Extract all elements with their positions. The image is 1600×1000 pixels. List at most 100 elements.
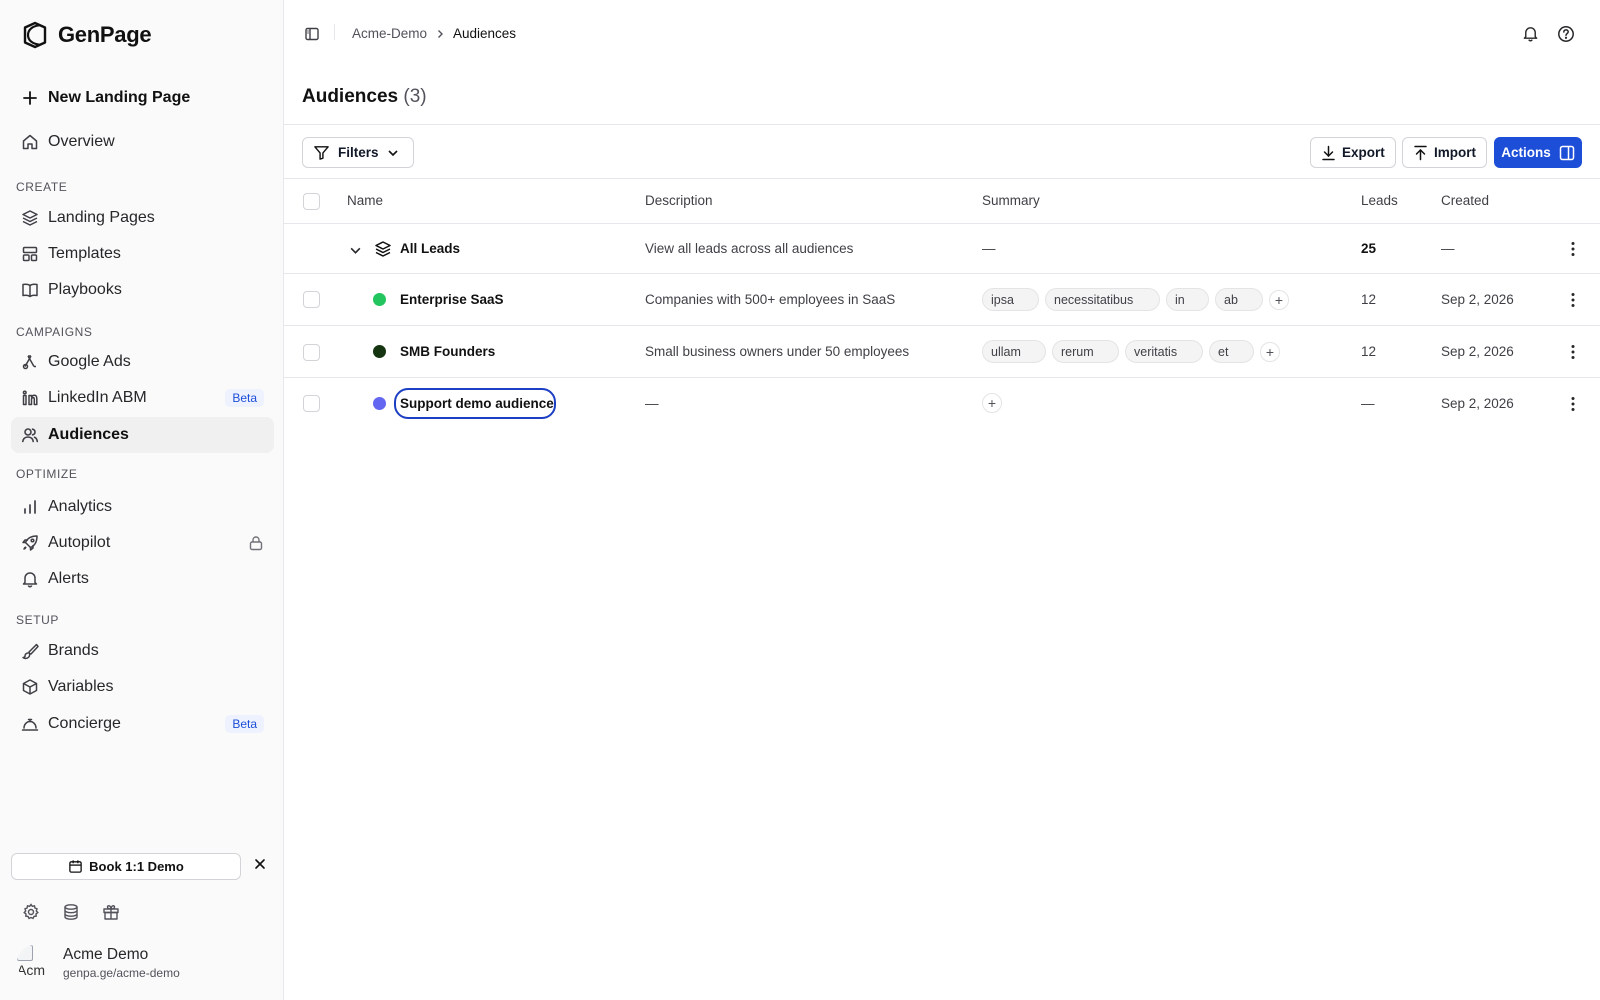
account-switcher[interactable]: Acm Acme Demo genpa.ge/acme-demo [17,945,180,981]
divider [284,178,1600,179]
add-tag-plus-icon[interactable]: + [1260,341,1280,362]
account-url: genpa.ge/acme-demo [63,966,180,980]
sidebar-item-concierge[interactable]: Concierge Beta [11,706,274,742]
row-checkbox[interactable] [303,395,320,412]
sidebar-item-google-ads[interactable]: Google Ads [11,344,274,380]
new-landing-page-button[interactable]: New Landing Page [11,80,274,116]
actions-button[interactable]: Actions [1494,137,1582,168]
column-header-name[interactable]: Name [347,193,383,208]
avatar-alt-text: Acm [17,962,45,978]
home-icon [20,132,40,152]
summary-tag: in [1166,288,1209,311]
gift-icon[interactable] [100,901,122,923]
export-button[interactable]: Export [1310,137,1396,168]
row-checkbox[interactable] [303,344,320,361]
sidebar-item-label: Google Ads [48,353,131,370]
more-vertical-icon[interactable] [1566,395,1580,413]
audience-leads-count: 25 [1361,241,1377,256]
export-label: Export [1342,145,1385,160]
select-all-checkbox[interactable] [303,193,320,210]
filters-dropdown-button[interactable]: Filters [302,137,414,168]
book-demo-label: Book 1:1 Demo [89,859,184,874]
section-label-campaigns: CAMPAIGNS [16,325,93,339]
layers-icon [374,240,392,258]
sidebar-item-label: Audiences [48,426,129,443]
section-label-create: CREATE [16,180,68,194]
beta-badge: Beta [225,715,264,733]
column-header-leads[interactable]: Leads [1361,193,1398,208]
more-vertical-icon[interactable] [1566,343,1580,361]
sidebar-item-linkedin-abm[interactable]: LinkedIn ABM Beta [11,380,274,416]
filters-label: Filters [338,145,379,160]
sidebar-item-label: Landing Pages [48,209,155,226]
sidebar-item-label: Concierge [48,715,121,732]
breadcrumb-workspace-link[interactable]: Acme-Demo [352,26,427,41]
page-title: Audiences (3) [302,86,427,108]
audience-leads-count: 12 [1361,344,1377,359]
column-header-created[interactable]: Created [1441,193,1489,208]
audience-description: Small business owners under 50 employees [645,344,910,359]
summary-tag: et [1209,340,1254,363]
summary-tag: ab [1215,288,1263,311]
column-header-summary[interactable]: Summary [982,193,1040,208]
more-vertical-icon[interactable] [1566,291,1580,309]
sidebar-item-audiences[interactable]: Audiences [11,417,274,453]
notifications-bell-icon[interactable] [1522,25,1539,42]
more-vertical-icon[interactable] [1566,240,1580,258]
summary-tags: ullam rerum veritatis et + [982,340,1280,363]
divider [284,325,1600,326]
summary-tag: ullam [982,340,1046,363]
divider [284,223,1600,224]
add-tag-plus-icon[interactable]: + [982,393,1002,413]
google-ads-icon [20,352,40,372]
app-logo[interactable]: GenPage [20,20,152,50]
audience-created: — [1441,241,1455,256]
book-demo-button[interactable]: Book 1:1 Demo [11,853,241,880]
linkedin-icon [20,388,40,408]
sidebar-item-brands[interactable]: Brands [11,633,274,669]
new-landing-page-label: New Landing Page [48,89,191,106]
sidebar-toggle-icon[interactable] [304,26,320,42]
audience-name[interactable]: SMB Founders [400,344,495,359]
sidebar-item-overview[interactable]: Overview [11,124,274,160]
sidebar-item-autopilot[interactable]: Autopilot [11,525,274,561]
account-name: Acme Demo [63,946,149,963]
rocket-icon [20,533,40,553]
breadcrumb: Acme-Demo Audiences [352,26,516,41]
audience-color-dot [373,293,386,306]
filter-funnel-icon [313,144,330,161]
settings-gear-icon[interactable] [20,901,42,923]
genpage-logo-icon [20,20,50,50]
audience-leads-count: 12 [1361,292,1377,307]
audience-name[interactable]: Enterprise SaaS [400,292,504,307]
import-button[interactable]: Import [1402,137,1487,168]
divider [284,124,1600,125]
sidebar-item-alerts[interactable]: Alerts [11,561,274,597]
layers-icon [20,208,40,228]
chevron-down-icon[interactable] [349,244,362,257]
audience-name[interactable]: Support demo audience [400,396,554,411]
summary-tag: rerum [1052,340,1119,363]
sidebar-item-analytics[interactable]: Analytics [11,489,274,525]
close-icon[interactable] [254,858,266,870]
calendar-icon [68,859,83,874]
sidebar-item-label: Brands [48,642,99,659]
row-checkbox[interactable] [303,291,320,308]
plus-icon [20,88,40,108]
sidebar-item-playbooks[interactable]: Playbooks [11,272,274,308]
sidebar-item-label: Variables [48,678,114,695]
summary-tags: + [982,393,1002,413]
audience-summary: — [982,241,996,256]
add-tag-plus-icon[interactable]: + [1269,289,1289,310]
audience-name: All Leads [400,241,461,256]
broken-image-icon [17,945,33,961]
help-icon[interactable] [1557,25,1575,43]
sidebar-item-landing-pages[interactable]: Landing Pages [11,200,274,236]
database-icon[interactable] [60,901,82,923]
sidebar-item-variables[interactable]: Variables [11,669,274,705]
page-title-text: Audiences [302,86,399,107]
sidebar-item-templates[interactable]: Templates [11,236,274,272]
download-icon [1321,145,1336,161]
column-header-description[interactable]: Description [645,193,713,208]
bell-icon [20,569,40,589]
